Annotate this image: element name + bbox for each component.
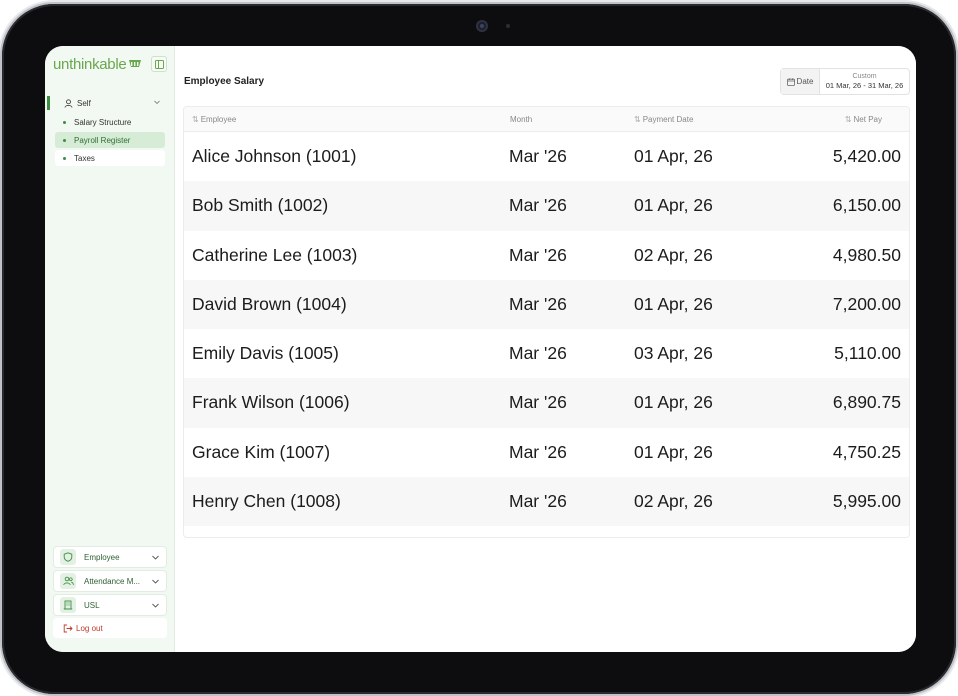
cell-employee: Grace Kim (1007): [192, 441, 331, 462]
sidebar-item-taxes[interactable]: Taxes: [55, 150, 165, 166]
cell-month: Mar '26: [509, 441, 567, 462]
sidebar-item-label: Employee: [84, 552, 120, 562]
cell-employee: Emily Davis (1005): [192, 343, 339, 364]
sensor: [506, 24, 510, 28]
table-row[interactable]: David Brown (1004) Mar '26 01 Apr, 26 7,…: [184, 279, 909, 330]
calendar-icon: [786, 77, 795, 86]
cell-payment-date: 02 Apr, 26: [634, 491, 713, 512]
shield-icon: [63, 552, 73, 562]
sidebar-item-payroll-register[interactable]: Payroll Register: [55, 132, 165, 148]
logout-label: Log out: [76, 623, 103, 633]
cell-payment-date: 01 Apr, 26: [634, 441, 713, 462]
chevron-down-icon: [152, 579, 159, 584]
table-row[interactable]: Bob Smith (1002) Mar '26 01 Apr, 26 6,15…: [184, 181, 909, 231]
date-range-picker[interactable]: Custom 01 Mar, 26 - 31 Mar, 26: [820, 69, 909, 94]
cell-payment-date: 02 Apr, 26: [634, 244, 713, 265]
logout-icon: [63, 624, 73, 632]
sidebar-item-label: Payroll Register: [74, 135, 131, 145]
sidebar-item-usl[interactable]: USL: [53, 594, 167, 616]
cell-payment-date: 03 Apr, 26: [634, 343, 713, 364]
cell-month: Mar '26: [509, 392, 567, 413]
sidebar-item-label: Salary Structure: [74, 117, 132, 127]
camera: [476, 20, 488, 32]
table-row[interactable]: Emily Davis (1005) Mar '26 03 Apr, 26 5,…: [184, 329, 909, 378]
cell-payment-date: 01 Apr, 26: [634, 195, 713, 216]
table-header: ⇅ Employee Month ⇅ Payment Date ⇅ Net Pay: [184, 107, 909, 132]
logo-text: unthinkable: [53, 55, 127, 73]
cell-employee: Henry Chen (1008): [192, 491, 341, 512]
users-icon: [62, 576, 74, 586]
cell-month: Mar '26: [509, 343, 567, 364]
cell-employee: Bob Smith (1002): [192, 195, 329, 216]
cell-net-pay: 6,150.00: [832, 195, 901, 216]
logo[interactable]: unthinkable: [53, 55, 167, 73]
column-header-net-pay[interactable]: ⇅ Net Pay: [845, 107, 882, 132]
sort-icon: ⇅: [192, 115, 199, 124]
salary-table: ⇅ Employee Month ⇅ Payment Date ⇅ Net Pay A…: [183, 106, 910, 538]
sidebar-item-label: Attendance M...: [84, 576, 141, 586]
sidebar-item-label: Taxes: [74, 153, 95, 163]
cell-payment-date: 01 Apr, 26: [634, 293, 713, 314]
logout-button[interactable]: Log out: [53, 618, 167, 638]
cell-net-pay: 7,200.00: [832, 293, 901, 314]
date-range-value: 01 Mar, 26 - 31 Mar, 26: [825, 81, 904, 90]
cell-month: Mar '26: [509, 293, 567, 314]
sidebar-item-label: USL: [84, 600, 100, 610]
bullet: [63, 156, 66, 160]
column-header-employee[interactable]: ⇅ Employee: [192, 107, 236, 132]
power-button: [138, 0, 172, 3]
cell-employee: David Brown (1004): [192, 293, 347, 314]
cell-net-pay: 5,110.00: [834, 343, 901, 364]
page-title: Employee Salary: [184, 76, 265, 87]
column-header-month: Month: [510, 115, 533, 124]
date-range-mode: Custom: [852, 73, 877, 80]
cell-payment-date: 01 Apr, 26: [634, 392, 713, 413]
cell-net-pay: 5,995.00: [832, 491, 901, 512]
bullet: [63, 138, 66, 142]
cell-employee: Frank Wilson (1006): [192, 392, 350, 413]
table-row[interactable]: Catherine Lee (1003) Mar '26 02 Apr, 26 …: [184, 231, 909, 280]
main-content: Employee Salary Date Custom 01 Mar, 26 -…: [175, 46, 916, 652]
sort-icon: ⇅: [844, 115, 852, 124]
cell-month: Mar '26: [509, 146, 567, 166]
cell-employee: Alice Johnson (1001): [192, 146, 357, 166]
volume-button: [92, 0, 126, 3]
cell-month: Mar '26: [509, 244, 567, 265]
table-row[interactable]: Henry Chen (1008) Mar '26 02 Apr, 26 5,9…: [184, 477, 909, 527]
cell-payment-date: 01 Apr, 26: [634, 146, 713, 166]
date-filter-button-label: Date: [796, 77, 814, 86]
date-filter-button[interactable]: Date: [781, 69, 820, 94]
panel-icon: [154, 59, 164, 69]
cell-net-pay: 4,750.25: [832, 441, 901, 462]
table-row[interactable]: Grace Kim (1007) Mar '26 01 Apr, 26 4,75…: [184, 428, 909, 477]
sidebar-collapse-button[interactable]: [151, 56, 167, 72]
chevron-down-icon: [152, 555, 159, 560]
table-row[interactable]: Alice Johnson (1001) Mar '26 01 Apr, 26 …: [184, 132, 909, 181]
screen: unthinkable Self Salary Structure Payrol…: [45, 46, 916, 652]
column-header-payment-date[interactable]: ⇅ Payment Date: [634, 107, 693, 132]
sidebar-item-salary-structure[interactable]: Salary Structure: [55, 114, 165, 130]
cell-month: Mar '26: [509, 195, 567, 216]
chevron-down-icon: [152, 603, 159, 608]
sidebar-item-employee[interactable]: Employee: [53, 546, 167, 568]
date-filter: Date Custom 01 Mar, 26 - 31 Mar, 26: [780, 68, 910, 95]
cell-month: Mar '26: [509, 491, 567, 512]
cell-net-pay: 5,420.00: [832, 146, 901, 166]
bullet: [63, 120, 66, 124]
cell-net-pay: 6,890.75: [832, 392, 901, 413]
cell-employee: Catherine Lee (1003): [192, 244, 358, 265]
user-icon: [64, 98, 73, 108]
sidebar-item-attendance[interactable]: Attendance M...: [53, 570, 167, 592]
sort-icon: ⇅: [634, 115, 641, 124]
logo-cart-icon: [129, 59, 142, 69]
chevron-down-icon: [154, 100, 160, 105]
table-row[interactable]: Frank Wilson (1006) Mar '26 01 Apr, 26 6…: [184, 378, 909, 428]
sidebar-section-label: Self: [77, 98, 91, 108]
building-icon: [63, 600, 73, 610]
sidebar-section-self[interactable]: Self: [47, 96, 165, 110]
cell-net-pay: 4,980.50: [832, 244, 901, 265]
sidebar: unthinkable Self Salary Structure Payrol…: [45, 46, 175, 652]
